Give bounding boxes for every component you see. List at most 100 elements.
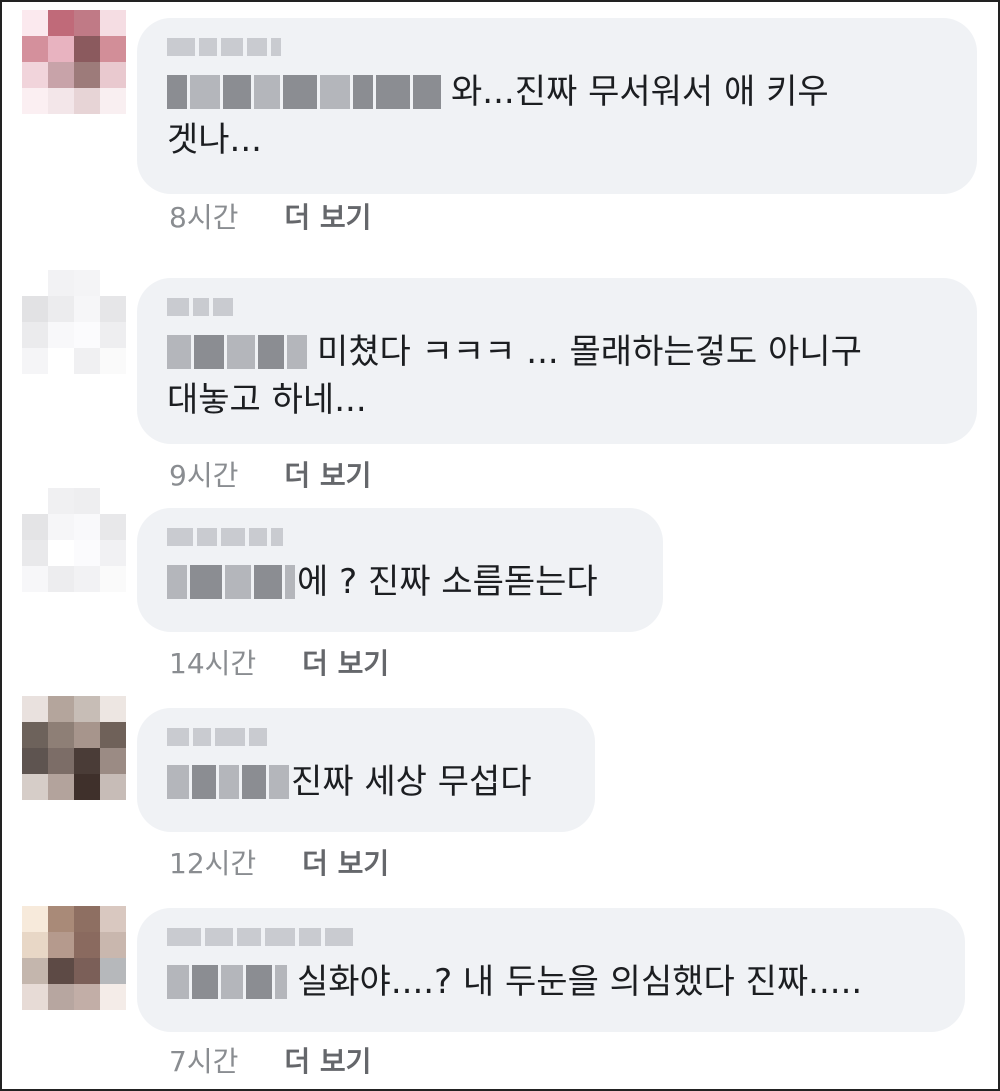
avatar-pixel	[74, 88, 100, 114]
avatar-pixel	[22, 36, 48, 62]
timestamp[interactable]: 9시간	[169, 454, 238, 494]
see-more-link[interactable]: 더 보기	[284, 1040, 371, 1080]
comment-bubble: 미쳤다 ㅋㅋㅋ ... 몰래하는겋도 아니구 대놓고 하네...	[137, 278, 977, 444]
see-more-link[interactable]: 더 보기	[302, 842, 389, 882]
comment-text: 대놓고 하네...	[167, 380, 367, 420]
timestamp[interactable]: 7시간	[169, 1040, 238, 1080]
avatar-pixel	[100, 748, 126, 774]
avatar-pixel	[74, 774, 100, 800]
avatar-pixel	[74, 906, 100, 932]
blurred-tag[interactable]	[167, 565, 295, 599]
avatar-pixel	[100, 566, 126, 592]
avatar[interactable]	[22, 10, 126, 114]
avatar-pixel	[74, 36, 100, 62]
avatar-pixel	[22, 62, 48, 88]
avatar-pixel	[48, 748, 74, 774]
blurred-username[interactable]	[167, 926, 935, 948]
blurred-username[interactable]	[167, 296, 947, 318]
avatar-pixel	[100, 722, 126, 748]
avatar-pixel	[100, 296, 126, 322]
see-more-link[interactable]: 더 보기	[302, 642, 389, 682]
blurred-tag[interactable]	[167, 335, 307, 369]
comment-text-line: 에 ? 진짜 소름돋는다	[167, 558, 633, 606]
avatar-pixel	[48, 10, 74, 36]
avatar-pixel	[22, 270, 48, 296]
blurred-username[interactable]	[167, 36, 947, 58]
comment-text: 와...진짜 무서워서 애 키우	[451, 72, 829, 112]
avatar-pixel	[22, 932, 48, 958]
blurred-tag[interactable]	[167, 75, 441, 109]
blurred-username[interactable]	[167, 726, 565, 748]
avatar-pixel	[100, 88, 126, 114]
avatar-pixel	[74, 322, 100, 348]
avatar-pixel	[100, 696, 126, 722]
avatar-pixel	[22, 540, 48, 566]
avatar-pixel	[48, 774, 74, 800]
blurred-tag[interactable]	[167, 765, 289, 799]
comment-bubble: 와...진짜 무서워서 애 키우 겟나...	[137, 18, 977, 194]
avatar-pixel	[100, 984, 126, 1010]
avatar[interactable]	[22, 270, 126, 374]
avatar-pixel	[74, 696, 100, 722]
avatar-pixel	[22, 296, 48, 322]
avatar[interactable]	[22, 488, 126, 592]
avatar-pixel	[48, 932, 74, 958]
comment-text: 미쳤다 ㅋㅋㅋ ... 몰래하는겋도 아니구	[317, 332, 862, 372]
avatar-pixel	[74, 566, 100, 592]
avatar-pixel	[100, 62, 126, 88]
avatar-pixel	[100, 322, 126, 348]
avatar[interactable]	[22, 696, 126, 800]
avatar-pixel	[48, 322, 74, 348]
comment-meta: 8시간 더 보기	[169, 196, 371, 236]
avatar[interactable]	[22, 906, 126, 1010]
comment-meta: 12시간 더 보기	[169, 842, 389, 882]
avatar-pixel	[22, 88, 48, 114]
see-more-link[interactable]: 더 보기	[284, 454, 371, 494]
comment-meta: 14시간 더 보기	[169, 642, 389, 682]
avatar-pixel	[100, 514, 126, 540]
avatar-pixel	[48, 566, 74, 592]
avatar-pixel	[100, 10, 126, 36]
comment-text: 에 ? 진짜 소름돋는다	[297, 562, 598, 602]
avatar-pixel	[100, 774, 126, 800]
avatar-pixel	[74, 932, 100, 958]
avatar-pixel	[48, 906, 74, 932]
avatar-pixel	[100, 348, 126, 374]
comment-text: 겟나...	[167, 120, 262, 160]
timestamp[interactable]: 12시간	[169, 842, 256, 882]
avatar-pixel	[100, 488, 126, 514]
avatar-pixel	[22, 774, 48, 800]
timestamp[interactable]: 14시간	[169, 642, 256, 682]
avatar-pixel	[48, 958, 74, 984]
avatar-pixel	[74, 488, 100, 514]
avatar-pixel	[22, 722, 48, 748]
comment-text-line: 대놓고 하네...	[167, 376, 947, 424]
avatar-pixel	[74, 62, 100, 88]
avatar-pixel	[74, 348, 100, 374]
avatar-pixel	[22, 748, 48, 774]
blurred-username[interactable]	[167, 526, 633, 548]
blurred-tag[interactable]	[167, 965, 287, 999]
avatar-pixel	[22, 566, 48, 592]
comment-bubble: 실화야....? 내 두눈을 의심했다 진짜.....	[137, 908, 965, 1032]
avatar-pixel	[22, 958, 48, 984]
see-more-link[interactable]: 더 보기	[284, 196, 371, 236]
comment-meta: 9시간 더 보기	[169, 454, 371, 494]
avatar-pixel	[48, 88, 74, 114]
avatar-pixel	[100, 958, 126, 984]
timestamp[interactable]: 8시간	[169, 196, 238, 236]
comment-text-line: 실화야....? 내 두눈을 의심했다 진짜.....	[167, 958, 935, 1006]
avatar-pixel	[74, 540, 100, 566]
avatar-pixel	[100, 932, 126, 958]
avatar-pixel	[22, 696, 48, 722]
avatar-pixel	[22, 348, 48, 374]
avatar-pixel	[74, 748, 100, 774]
avatar-pixel	[48, 514, 74, 540]
avatar-pixel	[74, 984, 100, 1010]
avatar-pixel	[74, 270, 100, 296]
avatar-pixel	[74, 958, 100, 984]
comment-text-line: 진짜 세상 무섭다	[167, 758, 565, 806]
comment-text: 실화야....? 내 두눈을 의심했다 진짜.....	[297, 962, 863, 1002]
avatar-pixel	[48, 540, 74, 566]
comment-text: 진짜 세상 무섭다	[291, 762, 532, 802]
